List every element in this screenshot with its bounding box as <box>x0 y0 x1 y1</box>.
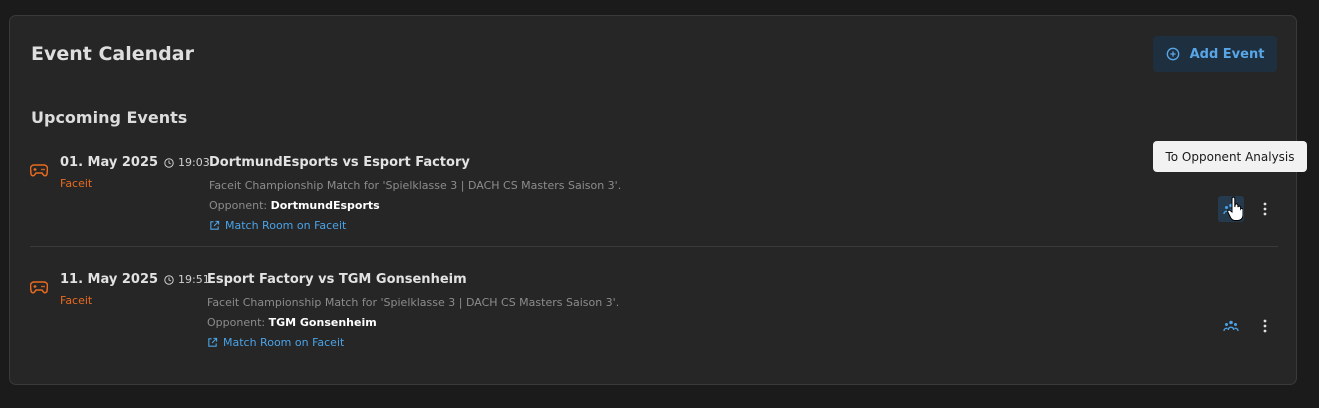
event-date-line: 11. May 2025 19:51 <box>60 272 210 287</box>
event-time-value: 19:51 <box>178 273 210 286</box>
event-date: 01. May 2025 <box>60 155 159 170</box>
opponent-name: TGM Gonsenheim <box>268 316 377 329</box>
match-room-link-label: Match Room on Faceit <box>225 219 347 232</box>
hand-cursor-icon <box>1227 196 1243 221</box>
opponent-name: DortmundEsports <box>270 199 380 212</box>
clock-icon <box>164 157 174 168</box>
event-divider <box>30 246 1278 247</box>
event-calendar-panel: Event Calendar Add Event Upcoming Events… <box>9 15 1297 385</box>
event-time: 19:03 <box>164 156 210 169</box>
event-date-line: 01. May 2025 19:03 <box>60 155 210 170</box>
external-link-icon <box>210 220 220 230</box>
event-row: 01. May 2025 19:03 Faceit DortmundEsport… <box>30 146 1278 246</box>
add-event-button[interactable]: Add Event <box>1153 36 1277 72</box>
event-description: Faceit Championship Match for 'Spielklas… <box>209 179 622 192</box>
kebab-menu-icon <box>1263 202 1267 216</box>
event-time: 19:51 <box>164 273 210 286</box>
match-room-link[interactable]: Match Room on Faceit <box>207 336 344 349</box>
opponent-analysis-tooltip: To Opponent Analysis <box>1153 141 1307 172</box>
opponent-label: Opponent: <box>209 199 271 212</box>
kebab-menu-icon <box>1263 319 1267 333</box>
opponent-analysis-button[interactable] <box>1218 313 1244 339</box>
event-row: 11. May 2025 19:51 Faceit Esport Factory… <box>30 263 1278 363</box>
more-options-button[interactable] <box>1254 196 1276 222</box>
opponent-label: Opponent: <box>207 316 269 329</box>
gamepad-icon <box>30 164 48 177</box>
event-time-value: 19:03 <box>178 156 210 169</box>
event-opponent: Opponent: DortmundEsports <box>209 199 380 212</box>
match-room-link-label: Match Room on Faceit <box>223 336 345 349</box>
more-options-button[interactable] <box>1254 313 1276 339</box>
gamepad-icon <box>30 281 48 294</box>
add-event-label: Add Event <box>1189 46 1265 62</box>
clock-icon <box>164 274 174 285</box>
event-platform: Faceit <box>60 177 93 190</box>
event-description: Faceit Championship Match for 'Spielklas… <box>207 296 620 309</box>
event-date: 11. May 2025 <box>60 272 159 287</box>
event-platform: Faceit <box>60 294 93 307</box>
event-title: DortmundEsports vs Esport Factory <box>209 155 470 170</box>
team-icon <box>1223 320 1239 332</box>
event-opponent: Opponent: TGM Gonsenheim <box>207 316 377 329</box>
plus-circle-icon <box>1166 47 1179 61</box>
event-title: Esport Factory vs TGM Gonsenheim <box>207 272 467 287</box>
match-room-link[interactable]: Match Room on Faceit <box>209 219 346 232</box>
page-title: Event Calendar <box>31 43 194 65</box>
external-link-icon <box>208 337 218 347</box>
section-title: Upcoming Events <box>31 108 188 127</box>
